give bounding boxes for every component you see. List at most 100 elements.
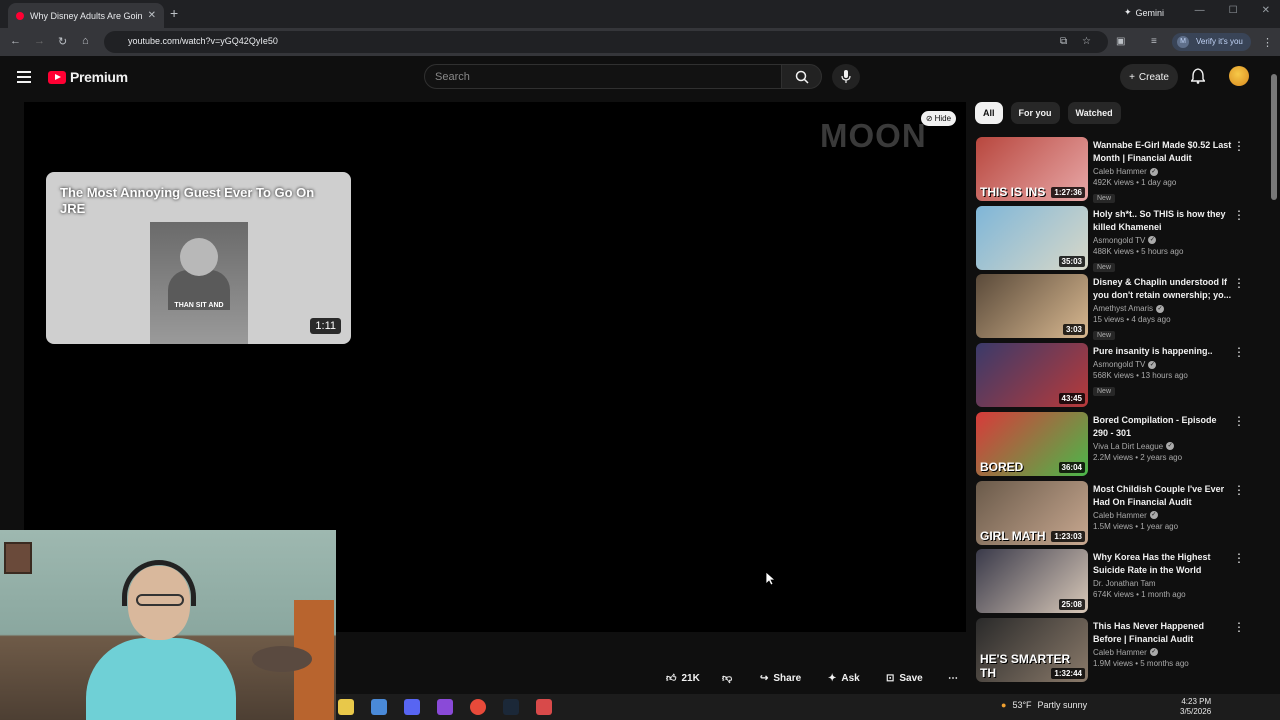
- video-title[interactable]: Pure insanity is happening..: [1093, 345, 1233, 358]
- video-title[interactable]: Holy sh*t.. So THIS is how they killed K…: [1093, 208, 1233, 234]
- video-options-icon[interactable]: ⋮: [1233, 139, 1245, 153]
- video-thumbnail[interactable]: BORED 36:04: [976, 411, 1088, 476]
- video-thumbnail[interactable]: GIRL MATH 1:23:03: [976, 480, 1088, 545]
- close-window-icon[interactable]: ✕: [1262, 5, 1270, 16]
- video-title[interactable]: Why Korea Has the Highest Suicide Rate i…: [1093, 551, 1233, 577]
- notifications-bell-icon[interactable]: [1191, 68, 1205, 84]
- page-scrollbar[interactable]: [1270, 62, 1278, 692]
- thumbs-down-icon: 👎︎: [722, 673, 733, 684]
- save-button[interactable]: ⊡ Save: [886, 666, 923, 690]
- new-badge: New: [1093, 331, 1116, 341]
- channel-name[interactable]: Caleb Hammer: [1093, 648, 1147, 657]
- youtube-logo[interactable]: Premium: [48, 69, 128, 85]
- recommended-video[interactable]: 3:03 Disney & Chaplin understood If you d…: [975, 274, 1265, 341]
- share-button[interactable]: ↪ Share: [760, 666, 801, 690]
- like-button[interactable]: 👍︎ 21K: [666, 666, 700, 690]
- video-title[interactable]: This Has Never Happened Before | Financi…: [1093, 620, 1233, 646]
- search-input[interactable]: Search: [424, 64, 782, 89]
- video-duration: 3:03: [1062, 324, 1085, 336]
- steam-icon[interactable]: [503, 699, 519, 715]
- video-options-icon[interactable]: ⋮: [1233, 620, 1245, 634]
- dislike-button[interactable]: 👎︎: [722, 666, 732, 690]
- video-options-icon[interactable]: ⋮: [1233, 414, 1245, 428]
- create-button[interactable]: + Create: [1120, 64, 1178, 90]
- channel-name[interactable]: Asmongold TV: [1093, 360, 1145, 369]
- search-button[interactable]: [781, 64, 822, 89]
- filter-chip[interactable]: All: [975, 102, 1003, 124]
- voice-search-button[interactable]: [832, 64, 860, 90]
- video-title[interactable]: Wannabe E-Girl Made $0.52 Last Month | F…: [1093, 139, 1233, 165]
- video-options-icon[interactable]: ⋮: [1233, 276, 1245, 290]
- back-arrow-icon[interactable]: ←: [10, 35, 21, 47]
- app-icon[interactable]: [437, 699, 453, 715]
- ask-button[interactable]: ✦ Ask: [828, 666, 860, 690]
- discord-icon[interactable]: [404, 699, 420, 715]
- new-tab-button[interactable]: +: [170, 5, 178, 21]
- close-tab-icon[interactable]: ✕: [148, 10, 156, 21]
- forward-arrow-icon[interactable]: →: [34, 35, 45, 47]
- video-thumbnail[interactable]: 3:03: [976, 274, 1088, 339]
- channel-name-row: Asmongold TV ✓: [1093, 360, 1233, 369]
- video-title[interactable]: Bored Compilation - Episode 290 - 301: [1093, 414, 1233, 440]
- video-thumbnail[interactable]: THIS IS INS 1:27:36: [976, 137, 1088, 201]
- weather-widget[interactable]: ● 53°F Partly sunny: [1001, 700, 1087, 710]
- recommended-video[interactable]: HE'S SMARTER TH 1:32:44 This Has Never Hap…: [975, 617, 1265, 682]
- reading-list-icon[interactable]: ≡: [1151, 36, 1157, 47]
- verify-profile-button[interactable]: M Verify it's you: [1172, 33, 1251, 51]
- minimize-icon[interactable]: —: [1195, 5, 1205, 16]
- verified-check-icon: ✓: [1166, 442, 1175, 451]
- hide-endscreen-button[interactable]: ⊘ Hide: [921, 111, 956, 126]
- filter-chip[interactable]: Watched: [1067, 102, 1121, 124]
- gemini-button[interactable]: ✦ Gemini: [1124, 7, 1164, 18]
- video-options-icon[interactable]: ⋮: [1233, 551, 1245, 565]
- recommended-video[interactable]: BORED 36:04 Bored Compilation - Episode 29…: [975, 411, 1265, 476]
- browser-menu-icon[interactable]: ⋮: [1262, 36, 1273, 49]
- channel-name-row: Caleb Hammer ✓: [1093, 167, 1233, 176]
- endcard-thumbnail: THAN SIT AND: [150, 222, 248, 344]
- address-bar[interactable]: youtube.com/watch?v=yGQ42QyIe50: [104, 31, 1108, 53]
- video-title[interactable]: Most Childish Couple I've Ever Had On Fi…: [1093, 483, 1233, 509]
- recommended-video[interactable]: GIRL MATH 1:23:03 Most Childish Couple I'v…: [975, 480, 1265, 545]
- chrome-icon[interactable]: [470, 699, 486, 715]
- recommended-video[interactable]: 43:45 Pure insanity is happening.. Asmongo…: [975, 343, 1265, 408]
- video-options-icon[interactable]: ⋮: [1233, 208, 1245, 222]
- video-options-icon[interactable]: ⋮: [1233, 345, 1245, 359]
- video-options-icon[interactable]: ⋮: [1233, 483, 1245, 497]
- app-icon[interactable]: [536, 699, 552, 715]
- channel-name[interactable]: Amethyst Amaris: [1093, 304, 1153, 313]
- store-icon[interactable]: [371, 699, 387, 715]
- video-thumbnail[interactable]: 43:45: [976, 343, 1088, 408]
- endscreen-video-card[interactable]: The Most Annoying Guest Ever To Go On JR…: [46, 172, 351, 344]
- recommended-video[interactable]: 25:08 Why Korea Has the Highest Suicide R…: [975, 549, 1265, 614]
- file-explorer-icon[interactable]: [338, 699, 354, 715]
- video-thumbnail[interactable]: HE'S SMARTER TH 1:32:44: [976, 617, 1088, 682]
- video-duration: 1:23:03: [1051, 530, 1085, 542]
- more-actions-icon[interactable]: ⋯: [948, 666, 958, 690]
- maximize-icon[interactable]: ☐: [1229, 5, 1238, 16]
- filter-chip[interactable]: For you: [1010, 102, 1060, 124]
- video-title[interactable]: Disney & Chaplin understood If you don't…: [1093, 276, 1233, 302]
- channel-name[interactable]: Dr. Jonathan Tam: [1093, 579, 1156, 588]
- browser-tab[interactable]: Why Disney Adults Are Going I ✕: [8, 3, 164, 28]
- youtube-header: Premium Search + Create: [0, 56, 1280, 98]
- channel-name[interactable]: Viva La Dirt League: [1093, 442, 1163, 451]
- youtube-favicon-icon: [16, 11, 24, 20]
- hamburger-menu-icon[interactable]: [17, 71, 31, 83]
- extensions-icon[interactable]: ▣: [1116, 36, 1125, 47]
- channel-name[interactable]: Caleb Hammer: [1093, 167, 1147, 176]
- recommended-video[interactable]: 35:03 Holy sh*t.. So THIS is how they kil…: [975, 205, 1265, 272]
- youtube-play-icon: [48, 70, 66, 84]
- system-clock[interactable]: 4:23 PM 3/5/2026: [1180, 697, 1211, 717]
- recommended-video[interactable]: THIS IS INS 1:27:36 Wannabe E-Girl Made $0…: [975, 137, 1265, 203]
- video-thumbnail[interactable]: 25:08: [976, 549, 1088, 614]
- home-icon[interactable]: ⌂: [82, 35, 89, 47]
- channel-name[interactable]: Caleb Hammer: [1093, 511, 1147, 520]
- user-avatar[interactable]: [1229, 66, 1249, 86]
- thumbs-up-icon: 👍︎: [666, 673, 677, 684]
- video-stats: 1.9M views • 5 months ago: [1093, 658, 1189, 668]
- reload-icon[interactable]: ↻: [58, 35, 67, 48]
- channel-name[interactable]: Asmongold TV: [1093, 236, 1145, 245]
- video-thumbnail[interactable]: 35:03: [976, 205, 1088, 270]
- bookmark-star-icon[interactable]: ☆: [1082, 36, 1091, 47]
- install-app-icon[interactable]: ⧉: [1060, 36, 1067, 47]
